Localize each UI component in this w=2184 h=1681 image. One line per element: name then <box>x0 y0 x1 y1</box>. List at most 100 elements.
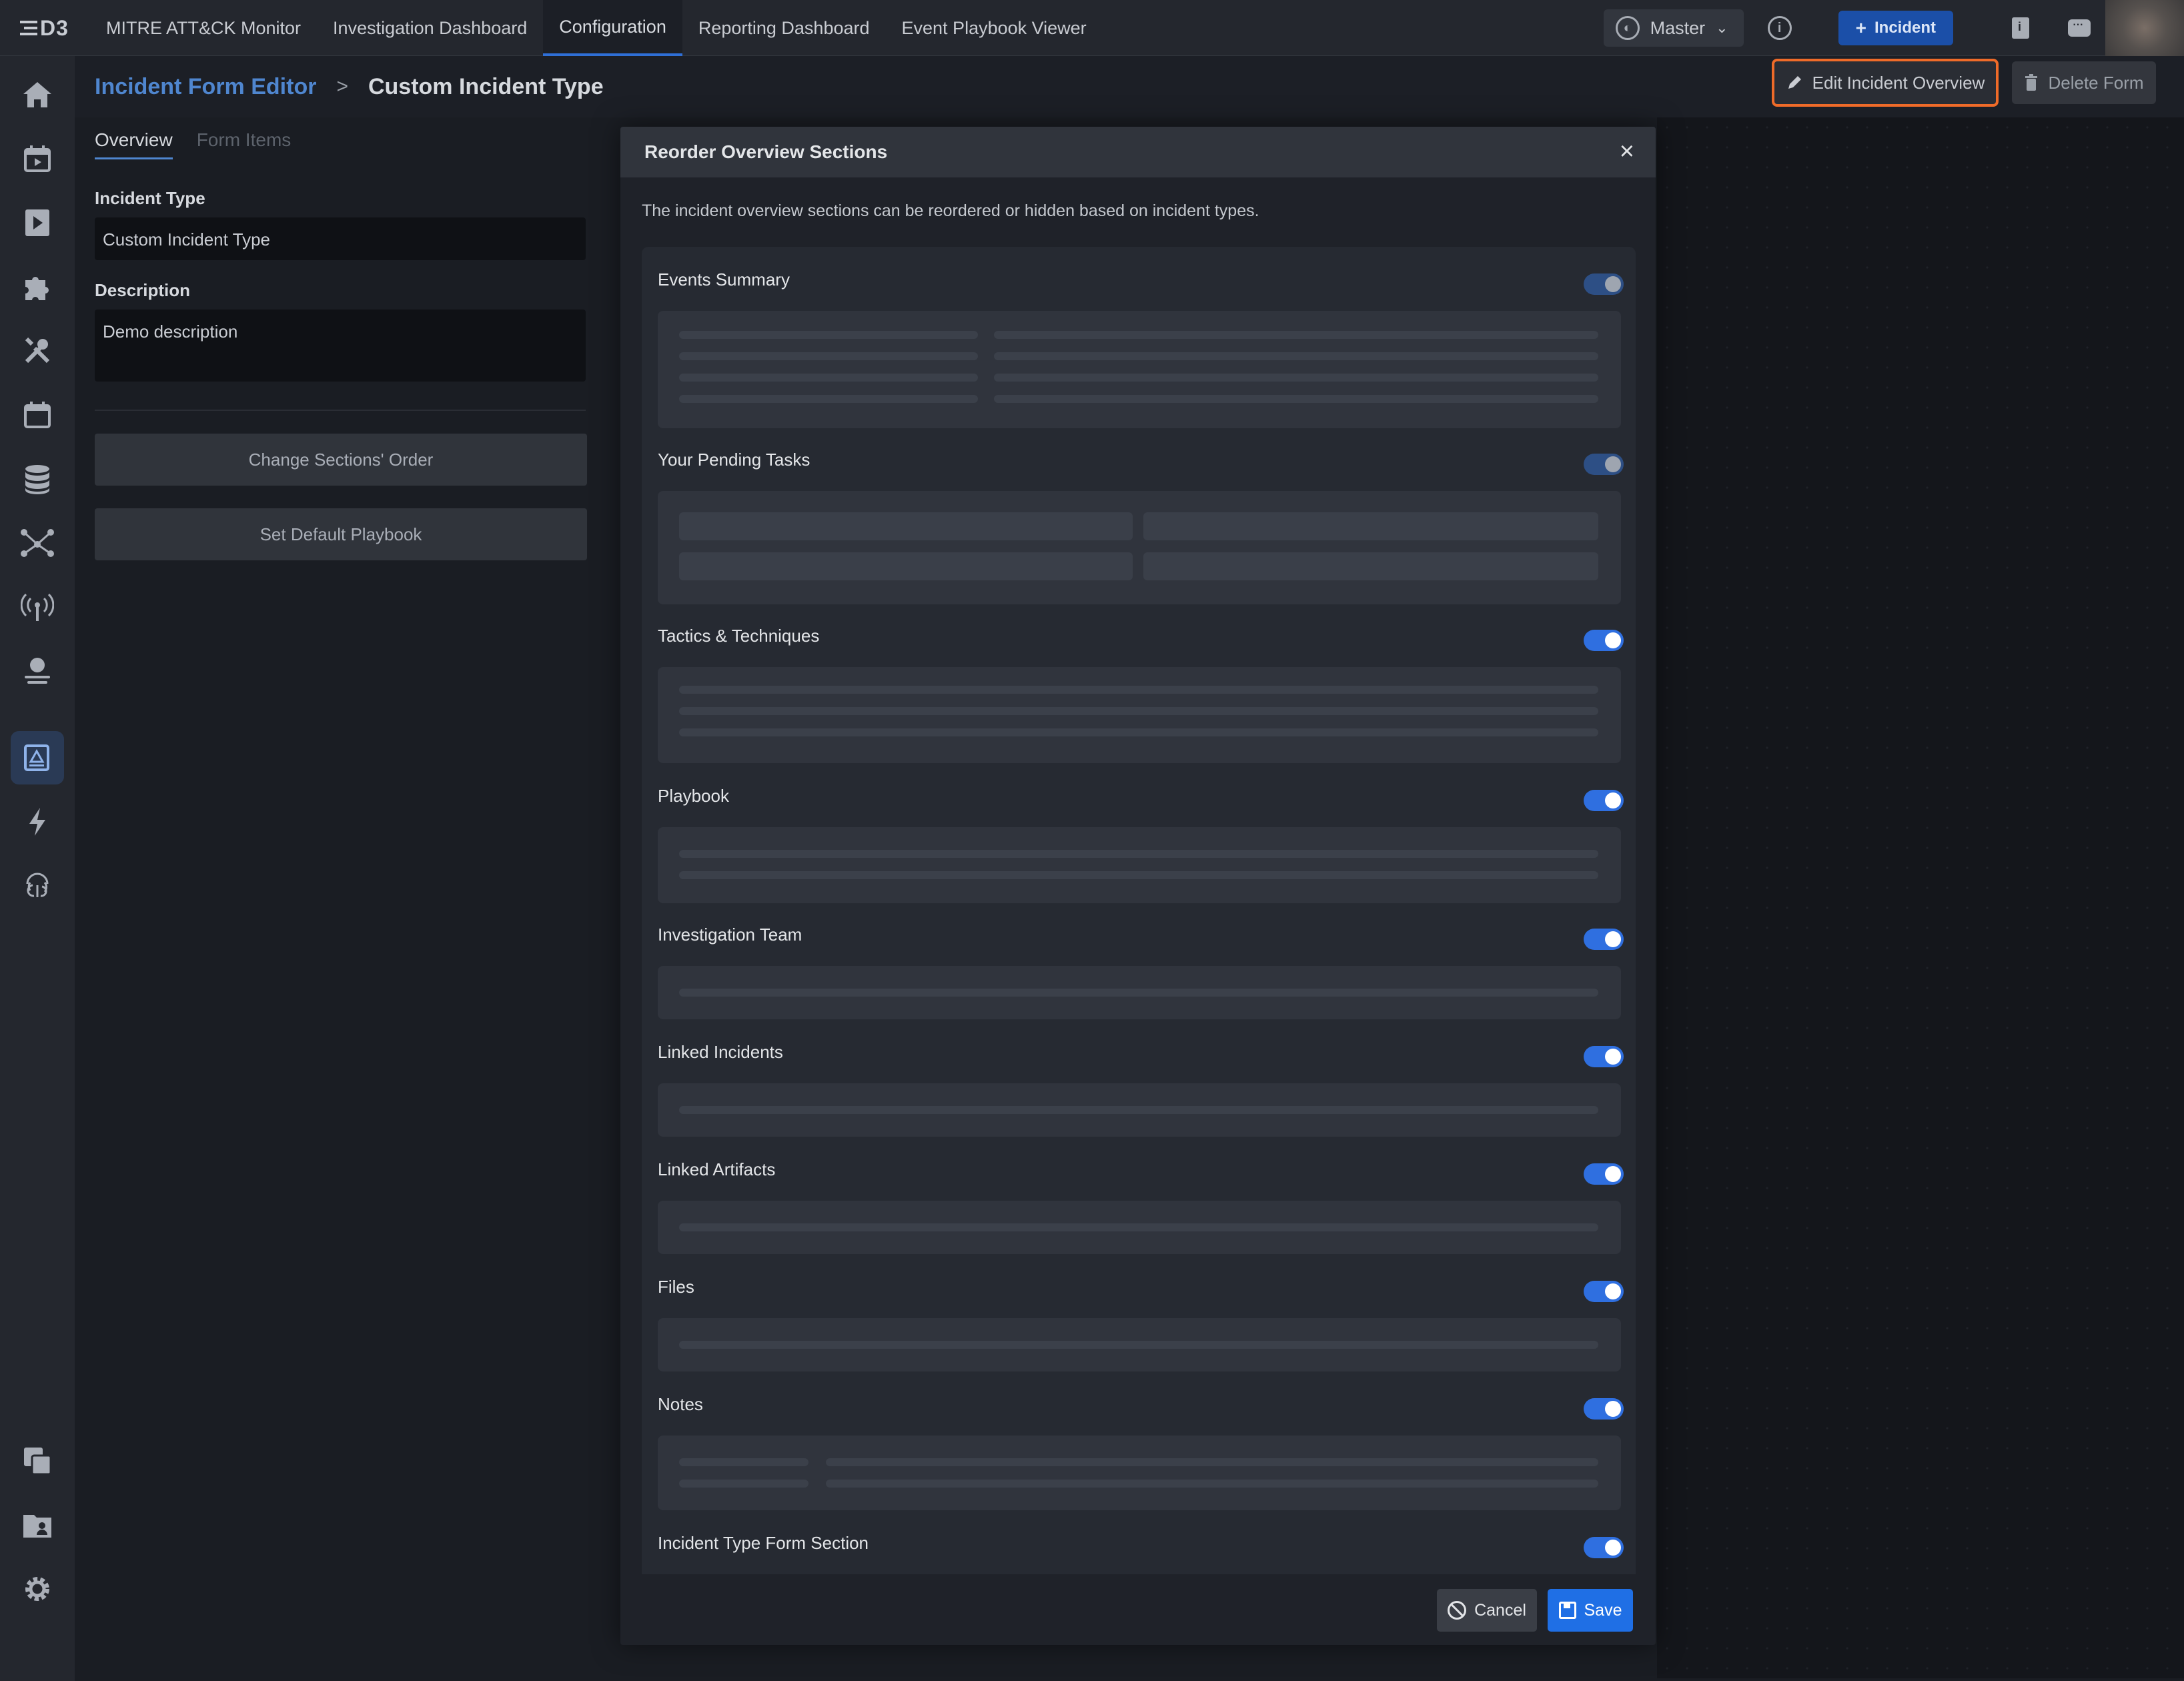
left-sidebar <box>0 56 75 1681</box>
document-info-icon[interactable] <box>2012 17 2029 39</box>
top-navigation-bar: D3 MITRE ATT&CK Monitor Investigation Da… <box>0 0 2184 56</box>
database-icon[interactable] <box>11 452 64 506</box>
save-button[interactable]: Save <box>1548 1589 1633 1632</box>
graph-icon[interactable] <box>11 516 64 570</box>
placeholder-block <box>679 552 1133 580</box>
placeholder-line <box>679 1458 808 1466</box>
placeholder-line <box>679 850 1598 858</box>
section-label-events-summary: Events Summary <box>658 269 790 290</box>
delete-form-label: Delete Form <box>2048 72 2144 93</box>
pencil-icon <box>1788 76 1801 89</box>
chat-icon[interactable] <box>2068 15 2091 37</box>
section-label-notes: Notes <box>658 1394 703 1414</box>
section-preview-events-summary[interactable] <box>658 311 1621 428</box>
copy-icon[interactable] <box>11 1434 64 1488</box>
tools-icon[interactable] <box>11 324 64 378</box>
section-label-tactics-techniques: Tactics & Techniques <box>658 626 820 646</box>
nav-tab-investigation-dashboard[interactable]: Investigation Dashboard <box>317 0 543 56</box>
placeholder-block <box>1143 512 1598 540</box>
nav-tabs: MITRE ATT&CK Monitor Investigation Dashb… <box>90 0 1103 56</box>
placeholder-line <box>679 395 978 403</box>
section-preview-your-pending-tasks[interactable] <box>658 491 1621 604</box>
delete-form-button[interactable]: Delete Form <box>2012 61 2156 104</box>
antenna-icon[interactable] <box>11 580 64 634</box>
calendar-play-icon[interactable] <box>11 132 64 185</box>
section-label-playbook: Playbook <box>658 786 729 806</box>
breadcrumb-separator-icon: > <box>336 75 348 97</box>
section-preview-linked-incidents[interactable] <box>658 1083 1621 1137</box>
placeholder-line <box>679 989 1598 997</box>
modal-title: Reorder Overview Sections <box>644 141 888 162</box>
close-icon[interactable]: × <box>1620 139 1634 164</box>
placeholder-line <box>679 374 978 382</box>
logo-bars-icon <box>20 21 37 35</box>
calendar-icon[interactable] <box>11 388 64 442</box>
toggle-linked-artifacts[interactable] <box>1584 1163 1624 1185</box>
cancel-label: Cancel <box>1474 1600 1526 1620</box>
nav-tab-mitre-attack-monitor[interactable]: MITRE ATT&CK Monitor <box>90 0 317 56</box>
folder-user-icon[interactable] <box>11 1498 64 1552</box>
placeholder-line <box>679 352 978 360</box>
section-preview-investigation-team[interactable] <box>658 966 1621 1019</box>
gear-icon[interactable] <box>11 1562 64 1616</box>
set-default-playbook-button[interactable]: Set Default Playbook <box>95 508 587 560</box>
globe-user-icon[interactable] <box>11 644 64 698</box>
toggle-linked-incidents[interactable] <box>1584 1046 1624 1067</box>
modal-description: The incident overview sections can be re… <box>642 201 1259 220</box>
placeholder-line <box>679 871 1598 879</box>
toggle-notes[interactable] <box>1584 1398 1624 1420</box>
section-preview-linked-artifacts[interactable] <box>658 1201 1621 1254</box>
tab-overview[interactable]: Overview <box>95 129 173 159</box>
divider <box>95 410 586 411</box>
play-icon[interactable] <box>11 196 64 249</box>
placeholder-line <box>679 728 1598 736</box>
placeholder-line <box>826 1480 1598 1488</box>
placeholder-line <box>679 331 978 339</box>
cancel-button[interactable]: Cancel <box>1437 1589 1537 1632</box>
new-incident-label: Incident <box>1874 19 1936 37</box>
lightning-sync-icon[interactable] <box>11 795 64 849</box>
placeholder-line <box>826 1458 1598 1466</box>
save-label: Save <box>1584 1600 1622 1620</box>
incident-type-field[interactable]: Custom Incident Type <box>95 217 586 260</box>
placeholder-block <box>1143 552 1598 580</box>
logo-text: D3 <box>40 15 69 40</box>
section-preview-playbook[interactable] <box>658 827 1621 903</box>
site-selector[interactable]: ◐ Master ⌄ <box>1603 9 1744 47</box>
edit-incident-overview-button[interactable]: Edit Incident Overview <box>1772 59 1999 107</box>
nav-tab-reporting-dashboard[interactable]: Reporting Dashboard <box>682 0 886 56</box>
breadcrumb-incident-form-editor[interactable]: Incident Form Editor <box>95 74 316 100</box>
section-preview-files[interactable] <box>658 1318 1621 1371</box>
toggle-tactics-techniques[interactable] <box>1584 630 1624 651</box>
section-label-your-pending-tasks: Your Pending Tasks <box>658 450 810 470</box>
plus-icon: + <box>1855 17 1866 38</box>
form-editor-icon[interactable] <box>11 731 64 784</box>
toggle-investigation-team[interactable] <box>1584 929 1624 950</box>
nav-tab-event-playbook-viewer[interactable]: Event Playbook Viewer <box>886 0 1103 56</box>
placeholder-line <box>679 1480 808 1488</box>
toggle-playbook[interactable] <box>1584 790 1624 811</box>
d3-logo[interactable]: D3 <box>20 15 69 41</box>
ban-icon <box>1448 1601 1467 1620</box>
description-label: Description <box>95 280 191 300</box>
description-field[interactable]: Demo description <box>95 310 586 382</box>
tab-form-items[interactable]: Form Items <box>197 129 292 159</box>
change-sections-order-button[interactable]: Change Sections' Order <box>95 434 587 486</box>
toggle-your-pending-tasks[interactable] <box>1584 454 1624 475</box>
nav-tab-configuration[interactable]: Configuration <box>543 0 682 56</box>
new-incident-button[interactable]: + Incident <box>1838 11 1953 45</box>
section-preview-tactics-techniques[interactable] <box>658 667 1621 763</box>
info-icon[interactable]: i <box>1767 16 1792 40</box>
canvas-background <box>1657 117 2184 1678</box>
toggle-events-summary[interactable] <box>1584 273 1624 295</box>
placeholder-line <box>679 1106 1598 1114</box>
edit-incident-overview-label: Edit Incident Overview <box>1812 72 1985 93</box>
fingerprint-icon[interactable] <box>11 859 64 913</box>
section-preview-notes[interactable] <box>658 1436 1621 1510</box>
user-avatar[interactable] <box>2105 0 2184 56</box>
toggle-files[interactable] <box>1584 1281 1624 1302</box>
puzzle-icon[interactable] <box>11 260 64 314</box>
home-icon[interactable] <box>11 68 64 121</box>
toggle-incident-type-form-section[interactable] <box>1584 1537 1624 1558</box>
modal-header: Reorder Overview Sections × <box>620 127 1656 177</box>
